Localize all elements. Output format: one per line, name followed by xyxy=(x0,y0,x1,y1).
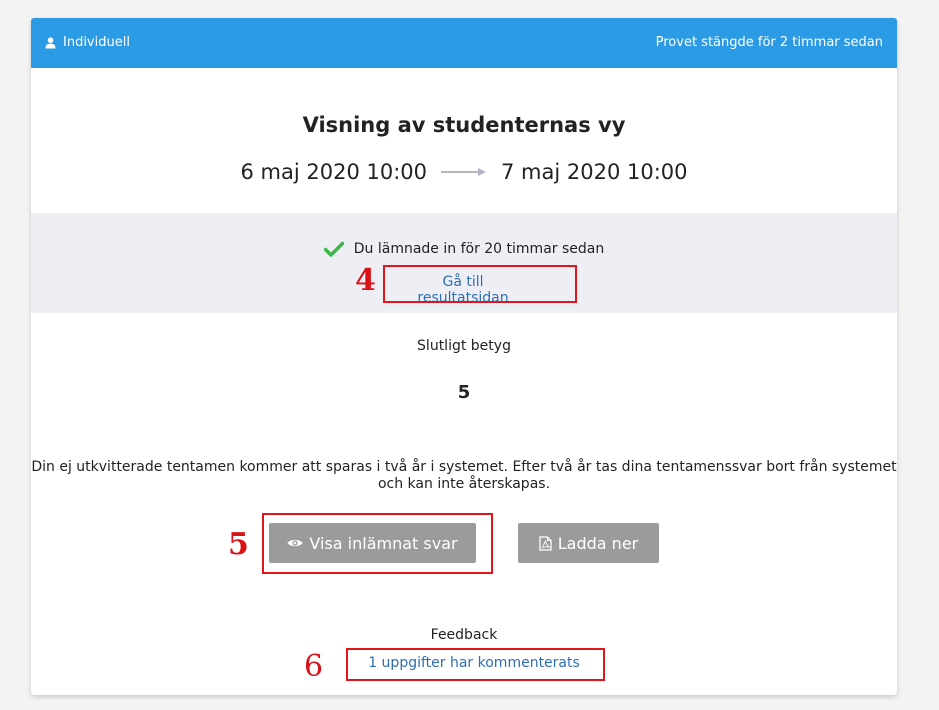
exam-header-bar: Individuell Provet stängde för 2 timmar … xyxy=(31,18,897,68)
retention-notice: Din ej utkvitterade tentamen kommer att … xyxy=(31,459,897,492)
check-icon xyxy=(323,241,344,257)
exam-mode: Individuell xyxy=(45,35,130,50)
user-icon xyxy=(45,36,56,48)
page-title: Visning av studenternas vy xyxy=(302,113,626,137)
exam-card: Individuell Provet stängde för 2 timmar … xyxy=(31,18,897,695)
pdf-file-icon xyxy=(539,535,552,551)
start-date: 6 maj 2020 10:00 xyxy=(240,160,427,184)
submission-status-text: Du lämnade in för 20 timmar sedan xyxy=(353,241,605,257)
final-grade-value: 5 xyxy=(457,382,471,403)
exam-mode-label: Individuell xyxy=(63,35,130,50)
feedback-label: Feedback xyxy=(430,627,498,643)
annotation-marker-5: 5 xyxy=(228,527,249,562)
annotation-box-4 xyxy=(383,265,577,303)
exam-period: 6 maj 2020 10:00 7 maj 2020 10:00 xyxy=(31,160,897,184)
arrow-right-icon xyxy=(441,168,486,176)
download-label: Ladda ner xyxy=(557,533,639,553)
exam-closed-status: Provet stängde för 2 timmar sedan xyxy=(655,35,883,50)
end-date: 7 maj 2020 10:00 xyxy=(501,160,688,184)
annotation-box-6 xyxy=(346,648,605,681)
final-grade-label: Slutligt betyg xyxy=(417,338,511,354)
annotation-marker-4: 4 xyxy=(355,263,376,298)
annotation-marker-6: 6 xyxy=(304,649,324,684)
download-button[interactable]: Ladda ner xyxy=(518,523,659,563)
submission-status: Du lämnade in för 20 timmar sedan xyxy=(31,241,897,257)
annotation-box-5 xyxy=(262,513,493,574)
